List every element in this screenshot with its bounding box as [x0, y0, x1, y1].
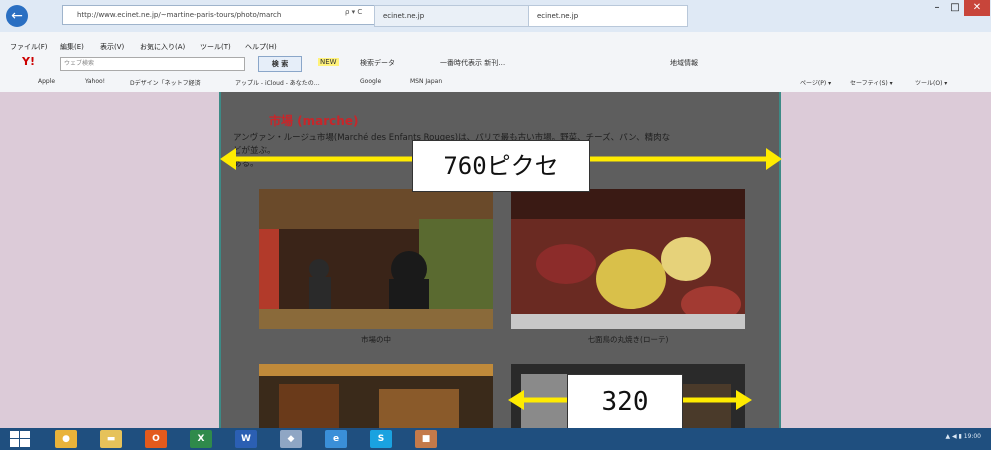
market-photo-2 — [511, 189, 745, 329]
toolbar-item-data[interactable]: 検索データ — [360, 58, 395, 68]
excel-icon[interactable]: X — [190, 430, 212, 448]
menu-edit[interactable]: 編集(E) — [60, 42, 84, 52]
menu-bar: ファイル(F) 編集(E) 表示(V) お気に入り(A) ツール(T) ヘルプ(… — [0, 40, 991, 54]
page-title: 市場 (marche) — [269, 114, 359, 128]
market-photo-1 — [259, 189, 493, 329]
tools-menu[interactable]: ツール(O) ▾ — [915, 78, 947, 87]
fav-apple[interactable]: Apple — [38, 78, 55, 85]
favorites-bar: Apple Yahoo! Dデザイン「ネットフ経済 アップル - iCloud … — [0, 75, 991, 91]
toolbar-search-input[interactable]: ウェブ検索 — [60, 57, 245, 71]
menu-tools[interactable]: ツール(T) — [200, 42, 231, 52]
word-icon[interactable]: W — [235, 430, 257, 448]
menu-view[interactable]: 表示(V) — [100, 42, 124, 52]
maximize-button[interactable]: □ — [946, 0, 964, 16]
yahoo-toolbar: Y! ウェブ検索 検 索 NEW 検索データ 一番時代表示 新刊… 地域情報 — [0, 55, 991, 73]
title-bar: ← http://www.ecinet.ne.jp/~martine-paris… — [0, 0, 991, 32]
fav-google[interactable]: Google — [360, 78, 381, 85]
toolbar-search-button[interactable]: 検 索 — [258, 56, 302, 72]
tab-ecinet-1[interactable]: ecinet.ne.jp — [374, 5, 534, 27]
windows-start-icon[interactable] — [10, 431, 30, 447]
close-button[interactable]: ✕ — [964, 0, 990, 16]
yahoo-logo[interactable]: Y! — [22, 55, 35, 68]
fav-yahoo[interactable]: Yahoo! — [85, 78, 105, 85]
menu-favorites[interactable]: お気に入り(A) — [140, 42, 185, 52]
app-icon[interactable]: ■ — [415, 430, 437, 448]
tab-ecinet-2[interactable]: ecinet.ne.jp — [528, 5, 688, 27]
photo-caption-2: 七面鳥の丸焼き(ローテ) — [587, 335, 669, 344]
system-tray[interactable]: ▲ ◀ ▮ 19:00 — [945, 433, 981, 440]
safety-menu[interactable]: セーフティ(S) ▾ — [850, 78, 893, 87]
taskbar: ● ▬ O X W ◆ e S ■ ▲ ◀ ▮ 19:00 — [0, 428, 991, 450]
paint-icon[interactable]: ◆ — [280, 430, 302, 448]
address-controls[interactable]: ρ ▾ C — [345, 8, 362, 16]
toolbar-item-new[interactable]: NEW — [318, 58, 339, 66]
back-button[interactable]: ← — [6, 5, 28, 27]
photo-caption-1: 市場の中 — [361, 335, 391, 344]
folder-icon[interactable]: ▬ — [100, 430, 122, 448]
toolbar-item-local[interactable]: 地域情報 — [670, 58, 698, 68]
toolbar-item-news[interactable]: 一番時代表示 新刊… — [440, 58, 505, 68]
fav-icloud[interactable]: アップル - iCloud - あなたの… — [235, 78, 320, 87]
menu-help[interactable]: ヘルプ(H) — [245, 42, 277, 52]
ie-icon[interactable]: e — [325, 430, 347, 448]
fav-msn[interactable]: MSN Japan — [410, 78, 442, 85]
market-photo-3 — [259, 364, 493, 428]
address-bar[interactable]: http://www.ecinet.ne.jp/~martine-paris-t… — [62, 5, 378, 25]
browser-chrome: ← http://www.ecinet.ne.jp/~martine-paris… — [0, 0, 991, 92]
page-menu[interactable]: ページ(P) ▾ — [800, 78, 831, 87]
office-icon[interactable]: O — [145, 430, 167, 448]
chrome-icon[interactable]: ● — [55, 430, 77, 448]
fav-design[interactable]: Dデザイン「ネットフ経済 — [130, 78, 201, 87]
skype-icon[interactable]: S — [370, 430, 392, 448]
back-arrow-icon: ← — [11, 8, 23, 24]
image-width-callout-320: 320 — [567, 374, 683, 430]
menu-file[interactable]: ファイル(F) — [10, 42, 48, 52]
minimize-button[interactable]: – — [928, 0, 946, 16]
width-callout-760: 760ピクセ — [412, 140, 590, 192]
